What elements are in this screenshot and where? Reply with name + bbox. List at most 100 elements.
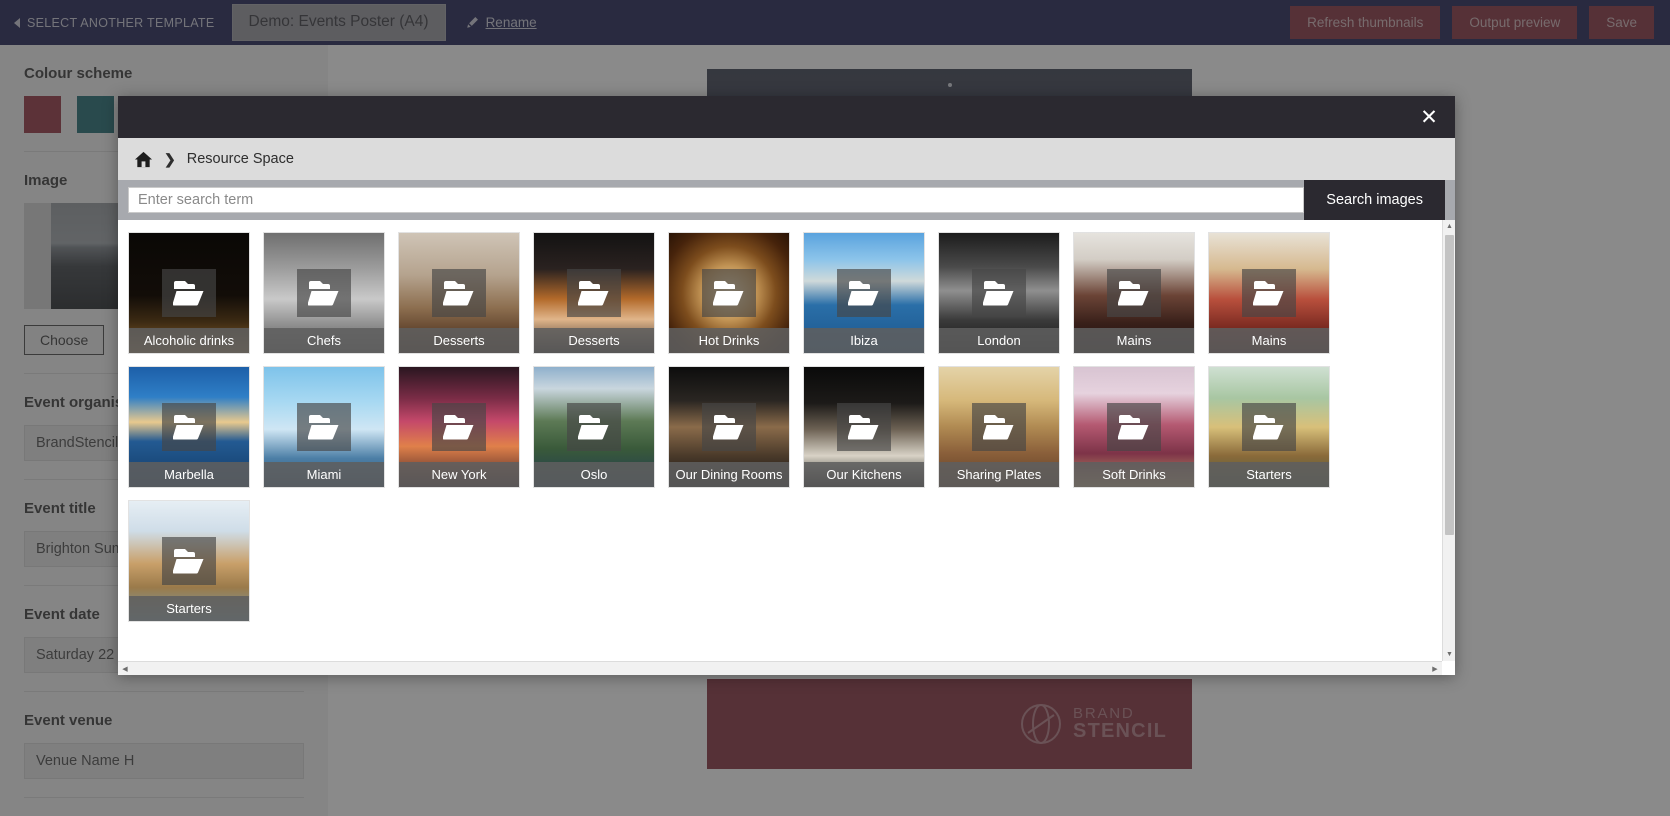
poster-footer-band: BRAND STENCIL (707, 679, 1192, 769)
chevron-right-icon: ❯ (164, 151, 176, 168)
choose-image-button[interactable]: Choose (24, 325, 104, 355)
folder-icon (1107, 403, 1161, 451)
search-input[interactable] (128, 187, 1304, 213)
folder-icon (1242, 269, 1296, 317)
brandstencil-mark-icon (1020, 703, 1062, 745)
brand-logo-text: BRAND STENCIL (1073, 706, 1167, 743)
resource-tile-label: Oslo (534, 462, 654, 487)
resource-tile-label: Miami (264, 462, 384, 487)
brand-logo-line1: BRAND (1073, 706, 1167, 722)
resource-tile[interactable]: Chefs (263, 232, 385, 354)
resource-tile[interactable]: Mains (1208, 232, 1330, 354)
folder-icon (162, 403, 216, 451)
colour-scheme-label: Colour scheme (24, 65, 304, 82)
brand-logo: BRAND STENCIL (1020, 703, 1167, 745)
resource-tile[interactable]: Ibiza (803, 232, 925, 354)
resource-tile[interactable]: Alcoholic drinks (128, 232, 250, 354)
scroll-right-icon[interactable]: ▶ (1428, 662, 1442, 675)
folder-icon (702, 269, 756, 317)
resource-tile-label: Sharing Plates (939, 462, 1059, 487)
save-button[interactable]: Save (1589, 6, 1654, 39)
breadcrumb-current[interactable]: Resource Space (187, 151, 294, 167)
scroll-up-icon[interactable]: ▲ (1443, 220, 1455, 233)
home-icon[interactable] (134, 150, 153, 169)
resource-tile-label: Soft Drinks (1074, 462, 1194, 487)
resource-tile-label: Desserts (534, 328, 654, 353)
close-icon[interactable]: ✕ (1417, 105, 1441, 129)
resource-tile[interactable]: Our Dining Rooms (668, 366, 790, 488)
vertical-scrollbar-thumb[interactable] (1445, 235, 1454, 535)
resource-tile[interactable]: Mains (1073, 232, 1195, 354)
folder-icon (162, 537, 216, 585)
template-name-field[interactable]: Demo: Events Poster (A4) (232, 4, 446, 41)
resource-tile[interactable]: Sharing Plates (938, 366, 1060, 488)
search-bar: Search images (118, 180, 1455, 220)
horizontal-scrollbar[interactable]: ◀ ▶ (118, 661, 1442, 675)
folder-icon (972, 403, 1026, 451)
resource-tile-label: Our Dining Rooms (669, 462, 789, 487)
resource-tile-label: New York (399, 462, 519, 487)
colour-swatch-1[interactable] (24, 96, 61, 133)
rename-button[interactable]: Rename (466, 15, 537, 30)
folder-icon (567, 403, 621, 451)
rename-label: Rename (486, 15, 537, 30)
folder-icon (837, 403, 891, 451)
resource-tile-label: London (939, 328, 1059, 353)
resource-tile[interactable]: Starters (1208, 366, 1330, 488)
resource-tile[interactable]: Soft Drinks (1073, 366, 1195, 488)
resource-grid: Alcoholic drinks Chefs Desserts Desserts Hot… (118, 220, 1434, 622)
folder-icon (1242, 403, 1296, 451)
resource-tile-label: Ibiza (804, 328, 924, 353)
resource-tile[interactable]: Marbella (128, 366, 250, 488)
resource-tile[interactable]: Desserts (398, 232, 520, 354)
colour-swatch-2[interactable] (77, 96, 114, 133)
folder-icon (567, 269, 621, 317)
resource-tile-label: Alcoholic drinks (129, 328, 249, 353)
resource-tile-label: Chefs (264, 328, 384, 353)
scroll-down-icon[interactable]: ▼ (1443, 648, 1455, 661)
folder-icon (1107, 269, 1161, 317)
resource-tile[interactable]: Our Kitchens (803, 366, 925, 488)
folder-icon (432, 403, 486, 451)
poster-dot-marker (948, 83, 952, 87)
resource-tile-label: Starters (129, 596, 249, 621)
resource-tile[interactable]: New York (398, 366, 520, 488)
folder-icon (432, 269, 486, 317)
folder-icon (837, 269, 891, 317)
resource-tile-label: Starters (1209, 462, 1329, 487)
resource-tile-label: Hot Drinks (669, 328, 789, 353)
resource-tile[interactable]: London (938, 232, 1060, 354)
select-another-template-label: SELECT ANOTHER TEMPLATE (27, 16, 215, 30)
event-venue-section: Event venue Venue Name H (24, 692, 304, 798)
event-venue-input[interactable]: Venue Name H (24, 743, 304, 779)
top-toolbar: SELECT ANOTHER TEMPLATE Demo: Events Pos… (0, 0, 1670, 45)
folder-icon (972, 269, 1026, 317)
resource-tile[interactable]: Starters (128, 500, 250, 622)
scroll-left-icon[interactable]: ◀ (118, 662, 132, 675)
resource-tile-label: Our Kitchens (804, 462, 924, 487)
toolbar-left-group: SELECT ANOTHER TEMPLATE Demo: Events Pos… (0, 4, 537, 41)
folder-icon (297, 269, 351, 317)
folder-icon (297, 403, 351, 451)
select-another-template-button[interactable]: SELECT ANOTHER TEMPLATE (14, 16, 215, 30)
refresh-thumbnails-button[interactable]: Refresh thumbnails (1290, 6, 1440, 39)
folder-icon (702, 403, 756, 451)
resource-tile-label: Marbella (129, 462, 249, 487)
search-images-button[interactable]: Search images (1304, 180, 1445, 220)
resource-picker-modal: ✕ ❯ Resource Space Search images Alcohol… (118, 96, 1455, 675)
resource-tile-label: Desserts (399, 328, 519, 353)
vertical-scrollbar[interactable]: ▲ ▼ (1442, 220, 1455, 661)
resource-grid-container: Alcoholic drinks Chefs Desserts Desserts Hot… (118, 220, 1455, 675)
output-preview-button[interactable]: Output preview (1452, 6, 1577, 39)
resource-tile-label: Mains (1209, 328, 1329, 353)
chevron-left-icon (14, 18, 20, 28)
application-root: SELECT ANOTHER TEMPLATE Demo: Events Pos… (0, 0, 1670, 816)
folder-icon (162, 269, 216, 317)
brand-logo-line2: STENCIL (1073, 721, 1167, 742)
resource-tile-label: Mains (1074, 328, 1194, 353)
resource-tile[interactable]: Miami (263, 366, 385, 488)
resource-tile[interactable]: Desserts (533, 232, 655, 354)
resource-tile[interactable]: Hot Drinks (668, 232, 790, 354)
pencil-icon (466, 16, 479, 29)
resource-tile[interactable]: Oslo (533, 366, 655, 488)
